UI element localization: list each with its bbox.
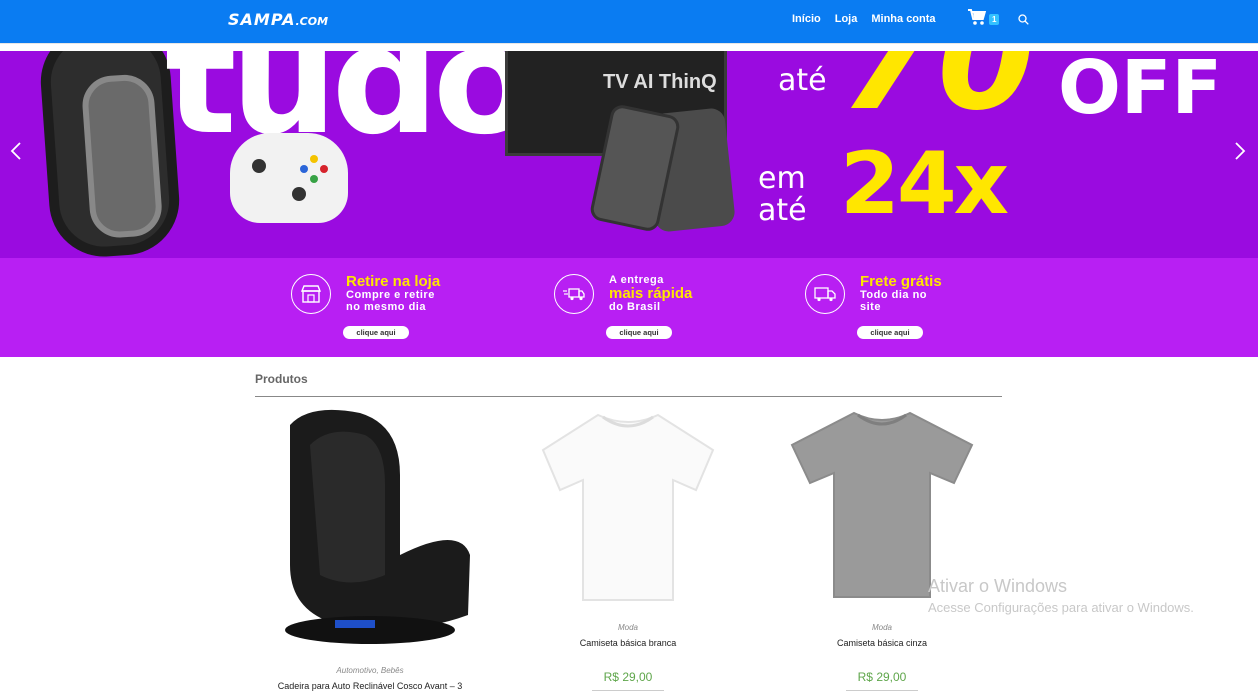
feature-cta-button[interactable]: clique aqui [343,326,409,339]
product-category: Moda [617,623,638,632]
carousel-prev-button[interactable] [10,141,22,167]
products-section-title: Produtos [255,372,308,386]
watermark-title: Ativar o Windows [928,576,1068,596]
store-icon [300,285,322,303]
feature-line1: Compre e retire [346,289,435,301]
feature-cta-button[interactable]: clique aqui [857,326,923,339]
product-category: Moda [871,623,892,632]
add-to-cart-divider [846,690,918,691]
chevron-right-icon [1235,142,1246,160]
product-price: R$ 29,00 [603,670,653,684]
feature-text: Frete grátis Todo dia no site [860,274,942,313]
hero-banner[interactable]: tudo! TV AI ThinQ até 70 OFF em até 24x [0,51,1258,258]
feature-text: A entrega mais rápida do Brasil [609,274,692,313]
tire-image [37,51,183,258]
feature-title: Frete grátis [860,273,942,290]
chevron-left-icon [10,142,21,160]
banner-em-ate-label: em até [758,163,807,227]
product-name[interactable]: Camiseta básica cinza [762,638,1002,648]
product-image-car-seat[interactable] [250,405,490,644]
product-name[interactable]: Cadeira para Auto Reclinável Cosco Avant… [250,681,490,691]
site-logo[interactable]: SAMPA.COM [228,10,328,29]
feature-line2: no mesmo dia [346,301,426,313]
add-to-cart-divider [592,690,664,691]
banner-installments: 24x [840,134,1009,234]
product-card[interactable]: Moda Camiseta básica branca R$ 29,00 [508,405,748,691]
product-image-white-tshirt[interactable] [508,405,748,620]
truck-icon-circle [805,274,845,314]
feature-text: Retire na loja Compre e retire no mesmo … [346,274,440,313]
section-divider [255,396,1002,397]
banner-off-label: OFF [1058,51,1223,131]
nav-minha-conta[interactable]: Minha conta [871,13,935,25]
nav-loja[interactable]: Loja [835,13,858,25]
product-card[interactable]: Automotivo, Bebês Cadeira para Auto Recl… [250,405,490,691]
fast-truck-icon-circle [554,274,594,314]
feature-cta-button[interactable]: clique aqui [606,326,672,339]
product-category: Automotivo, Bebês [336,666,404,675]
product-card[interactable]: Moda Camiseta básica cinza R$ 29,00 [762,405,1002,691]
cart-count-badge: 1 [989,14,1000,25]
feature-line1: Todo dia no [860,289,928,301]
search-button[interactable] [1018,12,1029,30]
cart-icon [968,9,987,25]
search-icon [1018,14,1029,25]
banner-ate-label: até [778,63,827,98]
logo-main: SAMPA [228,10,296,29]
main-nav: Início Loja Minha conta [792,13,950,25]
banner-discount: 70 [840,51,1035,142]
product-price: R$ 29,00 [857,670,907,684]
windows-activation-watermark: Ativar o Windows Acesse Configurações pa… [928,576,1194,615]
site-header: SAMPA.COM Início Loja Minha conta 1 [0,0,1258,44]
feature-title: mais rápida [609,285,693,302]
banner-em-label: em [758,161,806,196]
banner-ate2-label: até [758,193,807,228]
cart-button[interactable]: 1 [967,8,1001,30]
tv-brand-label: TV AI ThinQ [603,71,717,93]
fast-truck-icon [563,288,585,301]
features-strip: Retire na loja Compre e retire no mesmo … [0,258,1258,357]
truck-icon [814,287,836,302]
game-controller-image [230,133,348,223]
nav-inicio[interactable]: Início [792,13,821,25]
product-name[interactable]: Camiseta básica branca [508,638,748,648]
carousel-next-button[interactable] [1234,141,1246,167]
feature-line2: site [860,301,881,313]
store-icon-circle [291,274,331,314]
watermark-subtitle: Acesse Configurações para ativar o Windo… [928,600,1194,615]
feature-line1: do Brasil [609,301,661,313]
logo-domain: .COM [295,15,329,28]
feature-title: Retire na loja [346,273,441,290]
